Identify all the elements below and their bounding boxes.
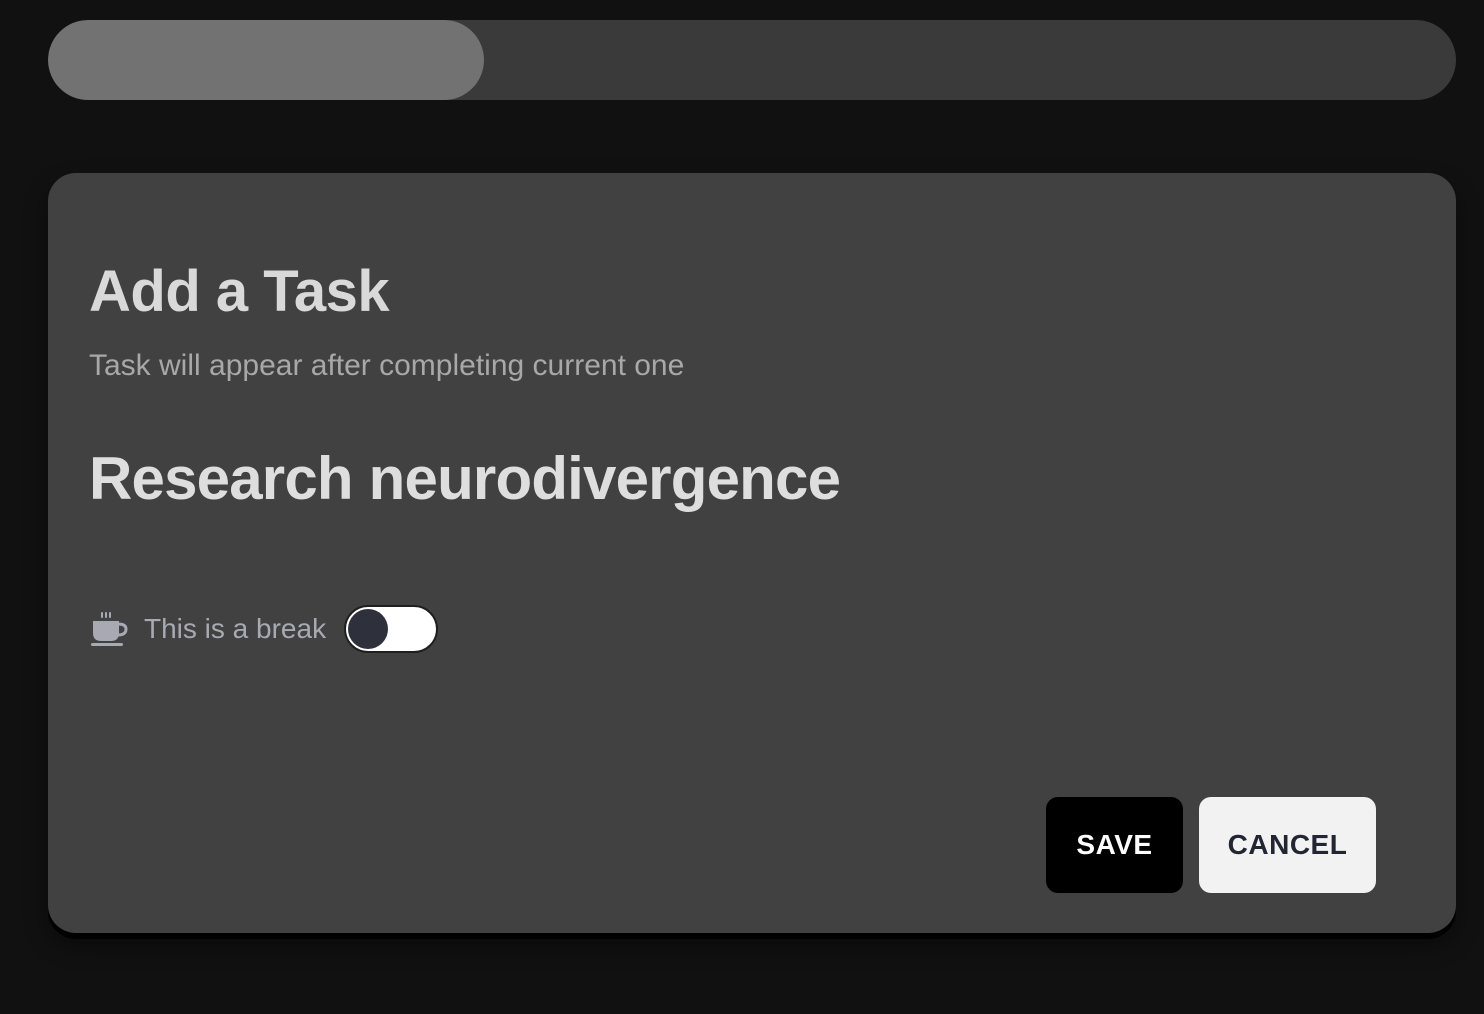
- task-name-input[interactable]: Research neurodivergence: [89, 443, 841, 515]
- break-toggle-row: This is a break: [89, 605, 439, 653]
- task-progress-fill: [48, 20, 485, 100]
- task-progress-bar: [48, 20, 1456, 100]
- coffee-cup-icon: [89, 609, 129, 649]
- dialog-subtitle: Task will appear after completing curren…: [89, 349, 685, 382]
- toggle-knob: [348, 609, 389, 649]
- break-toggle-label: This is a break: [144, 613, 327, 644]
- cancel-button[interactable]: CANCEL: [1199, 797, 1376, 893]
- save-button[interactable]: SAVE: [1046, 797, 1183, 893]
- break-toggle-switch[interactable]: [344, 605, 439, 653]
- dialog-title: Add a Task: [89, 259, 390, 324]
- add-task-dialog: Add a Task Task will appear after comple…: [48, 173, 1456, 933]
